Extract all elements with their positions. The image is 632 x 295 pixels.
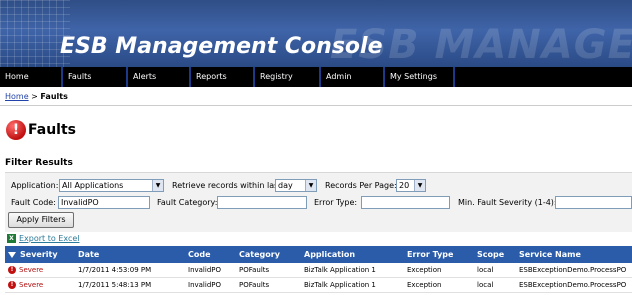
service-name-cell: ESBExceptionDemo.ProcessPO [519,266,627,274]
service-name-cell: ESBExceptionDemo.ProcessPO [519,281,627,289]
retrieve-select-value: day [278,181,293,190]
table-row[interactable]: ! Severe 1/7/2011 4:53:09 PM InvalidPO PO… [5,263,632,278]
error-icon: ! [8,281,16,289]
column-header-scope[interactable]: Scope [477,246,519,263]
nav-home[interactable]: Home [0,67,63,87]
application-select[interactable]: All Applications ▼ [59,179,164,192]
app-title: ESB Management Console [60,34,383,59]
chevron-down-icon: ▼ [305,180,316,191]
nav-admin[interactable]: Admin [321,67,385,87]
divider [0,105,632,106]
min-severity-input[interactable] [555,196,632,209]
breadcrumb: Home > Faults [5,92,68,101]
page-title: Faults [28,122,76,138]
error-icon: ! [6,120,26,140]
export-to-excel[interactable]: X Export to Excel [7,234,80,243]
retrieve-select[interactable]: day ▼ [275,179,317,192]
scope-cell: local [477,281,494,289]
severity-cell: ! Severe [5,263,78,277]
chevron-down-icon: ▼ [414,180,425,191]
column-header-application[interactable]: Application [304,246,407,263]
min-severity-label: Min. Fault Severity (1-4): [458,198,557,207]
code-cell: InvalidPO [188,281,221,289]
nav-reports[interactable]: Reports [191,67,255,87]
category-cell: POFaults [239,281,270,289]
category-cell: POFaults [239,266,270,274]
filter-section-title: Filter Results [5,158,73,168]
breadcrumb-home-link[interactable]: Home [5,92,29,101]
error-type-cell: Exception [407,281,442,289]
retrieve-label: Retrieve records within last [172,181,282,190]
date-cell: 1/7/2011 4:53:09 PM [78,266,152,274]
column-header-service-name[interactable]: Service Name [519,246,632,263]
table-row[interactable]: ! Severe 1/7/2011 5:48:13 PM InvalidPO PO… [5,278,632,293]
excel-icon: X [7,234,16,243]
application-cell: BizTalk Application 1 [304,266,376,274]
code-cell: InvalidPO [188,266,221,274]
error-type-input[interactable] [361,196,450,209]
sort-descending-icon [8,251,16,258]
nav-alerts[interactable]: Alerts [128,67,191,87]
breadcrumb-current: Faults [40,92,68,101]
nav-registry[interactable]: Registry [255,67,321,87]
main-nav: Home Faults Alerts Reports Registry Admi… [0,67,632,87]
column-header-code[interactable]: Code [188,246,239,263]
date-cell: 1/7/2011 5:48:13 PM [78,281,152,289]
severity-cell: ! Severe [5,278,78,292]
column-header-category[interactable]: Category [239,246,304,263]
fault-category-input[interactable] [217,196,307,209]
export-to-excel-link[interactable]: Export to Excel [19,234,80,243]
fault-category-label: Fault Category: [157,198,218,207]
table-header: Severity Date Code Category Application … [5,246,632,263]
application-select-value: All Applications [62,181,124,190]
faults-table: Severity Date Code Category Application … [5,246,632,293]
scope-cell: local [477,266,494,274]
breadcrumb-separator: > [31,92,38,101]
fault-code-input[interactable]: InvalidPO [58,196,150,209]
chevron-down-icon: ▼ [152,180,163,191]
error-type-label: Error Type: [314,198,358,207]
fault-code-label: Fault Code: [11,198,56,207]
nav-faults[interactable]: Faults [63,67,128,87]
application-label: Application: [11,181,59,190]
records-per-page-value: 20 [399,181,410,190]
records-per-page-label: Records Per Page: [325,181,397,190]
column-header-error-type[interactable]: Error Type [407,246,477,263]
records-per-page-select[interactable]: 20 ▼ [396,179,426,192]
header-banner: ESB MANAGEMENT CON ESB Management Consol… [0,0,632,67]
page-heading: ! Faults [6,120,76,140]
nav-my-settings[interactable]: My Settings [385,67,455,87]
apply-filters-button[interactable]: Apply Filters [8,212,74,228]
error-icon: ! [8,266,16,274]
column-header-severity[interactable]: Severity [5,246,78,263]
error-type-cell: Exception [407,266,442,274]
column-header-date[interactable]: Date [78,246,188,263]
application-cell: BizTalk Application 1 [304,281,376,289]
